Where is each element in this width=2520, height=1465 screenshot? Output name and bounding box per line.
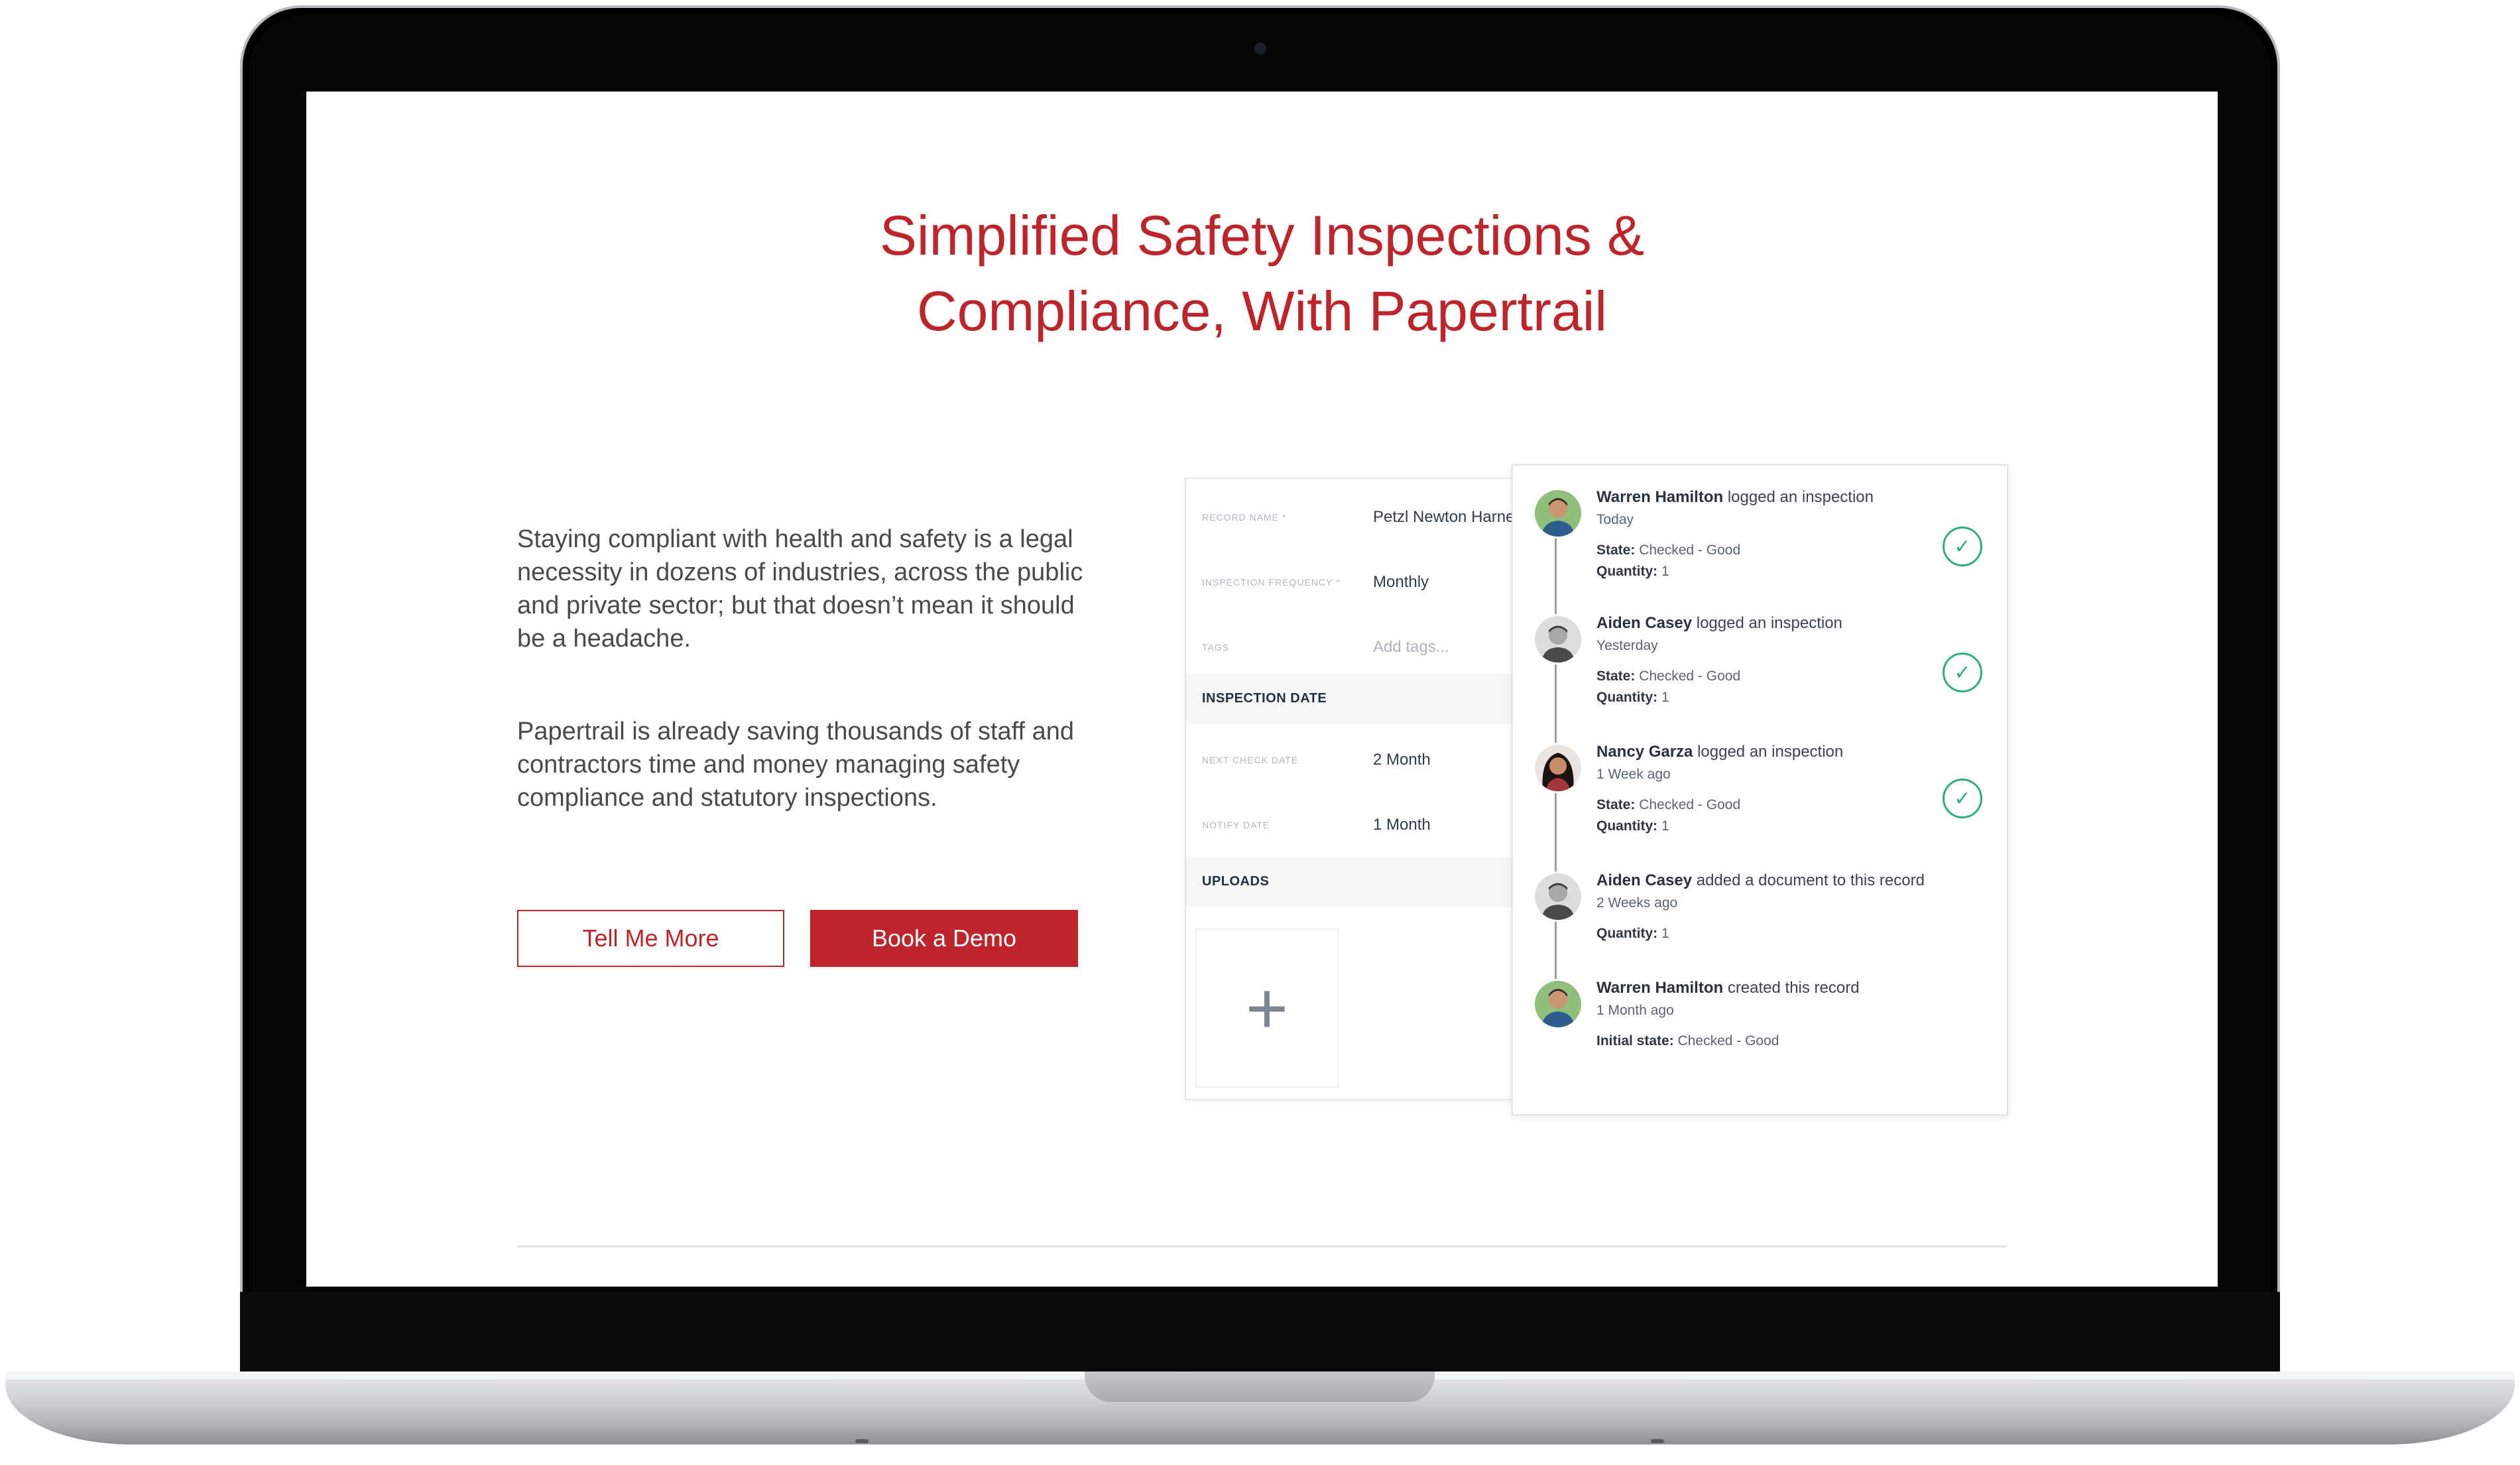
uploads-section: UPLOADS — [1186, 857, 1531, 907]
activity-text: Nancy Garza logged an inspection — [1596, 743, 1843, 761]
laptop-foot — [1651, 1439, 1664, 1443]
avatar — [1533, 488, 1583, 539]
activity-time: Today — [1596, 512, 1634, 527]
avatar — [1533, 614, 1583, 665]
activity-text: Aiden Casey added a document to this rec… — [1596, 871, 1925, 890]
activity-action: logged an inspection — [1697, 743, 1844, 761]
avatar — [1533, 743, 1583, 793]
activity-action: logged an inspection — [1696, 614, 1842, 632]
quantity-value: 1 — [1661, 690, 1669, 705]
activity-text: Warren Hamilton created this record — [1596, 979, 1860, 997]
laptop-open-notch — [1085, 1371, 1435, 1402]
quantity-label: Quantity: — [1596, 690, 1658, 705]
check-circle-icon: ✓ — [1943, 527, 1982, 566]
user-name[interactable]: Aiden Casey — [1596, 614, 1692, 632]
activity-action: created this record — [1727, 979, 1860, 997]
laptop-screen: Simplified Safety Inspections & Complian… — [306, 92, 2218, 1287]
initial-state-label: Initial state: — [1596, 1033, 1674, 1049]
state-value: Checked - Good — [1639, 797, 1741, 812]
page-title-line-2: Compliance, With Papertrail — [916, 280, 1608, 342]
page-title-line-1: Simplified Safety Inspections & — [879, 204, 1645, 267]
notify-date-row: NOTIFY DATE 1 Month — [1186, 793, 1531, 858]
activity-quantity: Quantity: 1 — [1596, 564, 1669, 580]
tags-row: TAGS Add tags... — [1186, 615, 1531, 680]
activity-time: 2 Weeks ago — [1596, 895, 1678, 911]
quantity-label: Quantity: — [1596, 926, 1658, 941]
record-name-row: RECORD NAME * Petzl Newton Harness — [1186, 485, 1531, 550]
activity-time: 1 Month ago — [1596, 1003, 1674, 1018]
activity-quantity: Quantity: 1 — [1596, 926, 1669, 942]
uploads-heading: UPLOADS — [1202, 874, 1270, 889]
user-name[interactable]: Warren Hamilton — [1596, 488, 1723, 506]
laptop-hinge — [240, 1292, 2280, 1371]
quantity-label: Quantity: — [1596, 564, 1658, 579]
state-value: Checked - Good — [1639, 669, 1741, 684]
quantity-value: 1 — [1661, 564, 1669, 579]
activity-state: State: Checked - Good — [1596, 797, 1740, 813]
record-name-field[interactable]: Petzl Newton Harness — [1373, 508, 1530, 527]
activity-state: State: Checked - Good — [1596, 669, 1740, 684]
next-check-date-row: NEXT CHECK DATE 2 Month — [1186, 728, 1531, 793]
activity-time: 1 Week ago — [1596, 767, 1671, 782]
inspection-frequency-label: INSPECTION FREQUENCY * — [1202, 577, 1341, 588]
quantity-value: 1 — [1661, 818, 1669, 834]
camera-icon — [1254, 42, 1266, 54]
inspection-frequency-row: INSPECTION FREQUENCY * Monthly — [1186, 550, 1531, 615]
activity-initial-state: Initial state: Checked - Good — [1596, 1033, 1779, 1049]
check-circle-icon: ✓ — [1943, 653, 1982, 692]
initial-state-value: Checked - Good — [1677, 1033, 1779, 1049]
user-name[interactable]: Nancy Garza — [1596, 743, 1693, 761]
activity-text: Warren Hamilton logged an inspection — [1596, 488, 1874, 507]
quantity-label: Quantity: — [1596, 818, 1658, 834]
activity-action: logged an inspection — [1727, 488, 1874, 506]
add-upload-button[interactable]: + — [1195, 928, 1339, 1088]
tell-me-more-button[interactable]: Tell Me More — [517, 910, 784, 967]
activity-action: added a document to this record — [1696, 871, 1925, 889]
state-label: State: — [1596, 797, 1636, 812]
next-check-date-label: NEXT CHECK DATE — [1202, 755, 1299, 765]
state-label: State: — [1596, 669, 1636, 684]
record-form-card: RECORD NAME * Petzl Newton Harness INSPE… — [1185, 478, 1532, 1100]
page-title: Simplified Safety Inspections & Complian… — [306, 198, 2218, 349]
activity-quantity: Quantity: 1 — [1596, 690, 1669, 706]
notify-date-label: NOTIFY DATE — [1202, 820, 1270, 830]
activity-text: Aiden Casey logged an inspection — [1596, 614, 1842, 633]
check-circle-icon: ✓ — [1943, 779, 1982, 818]
laptop-foot — [855, 1439, 869, 1443]
record-name-label: RECORD NAME * — [1202, 512, 1287, 523]
user-name[interactable]: Aiden Casey — [1596, 871, 1692, 889]
activity-state: State: Checked - Good — [1596, 542, 1740, 558]
next-check-date-field[interactable]: 2 Month — [1373, 751, 1431, 769]
state-label: State: — [1596, 542, 1636, 558]
activity-feed-card: Warren Hamilton logged an inspection Tod… — [1512, 464, 2008, 1115]
inspection-frequency-select[interactable]: Monthly — [1373, 573, 1429, 592]
state-value: Checked - Good — [1639, 542, 1741, 558]
inspection-date-heading: INSPECTION DATE — [1202, 691, 1327, 706]
intro-paragraph: Staying compliant with health and safety… — [517, 525, 1083, 653]
avatar — [1533, 871, 1583, 922]
quantity-value: 1 — [1661, 926, 1669, 941]
tags-label: TAGS — [1202, 642, 1230, 653]
book-a-demo-button[interactable]: Book a Demo — [810, 910, 1078, 967]
activity-quantity: Quantity: 1 — [1596, 818, 1669, 834]
user-name[interactable]: Warren Hamilton — [1596, 979, 1723, 997]
section-divider — [517, 1245, 2006, 1247]
activity-time: Yesterday — [1596, 638, 1658, 653]
plus-icon: + — [1245, 967, 1289, 1049]
avatar — [1533, 979, 1583, 1029]
papertrail-paragraph: Papertrail is already saving thousands o… — [517, 718, 1075, 812]
inspection-date-section: INSPECTION DATE — [1186, 674, 1531, 724]
tags-input[interactable]: Add tags... — [1373, 638, 1449, 657]
notify-date-field[interactable]: 1 Month — [1373, 816, 1431, 834]
